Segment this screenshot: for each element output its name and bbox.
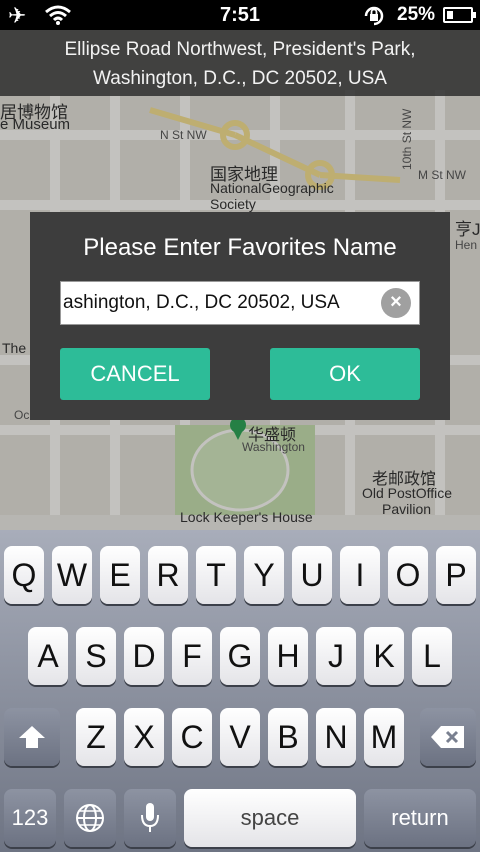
address-line-2: Washington, D.C., DC 20502, USA [93,68,387,89]
key-h[interactable]: H [268,627,308,685]
return-key[interactable]: return [364,789,476,847]
dialog-title: Please Enter Favorites Name [83,234,397,261]
key-f[interactable]: F [172,627,212,685]
backspace-icon [431,726,464,748]
key-k[interactable]: K [364,627,404,685]
rotation-lock-icon [362,5,386,32]
favorites-name-value: ashington, D.C., DC 20502, USA [63,292,340,313]
cancel-button[interactable]: CANCEL [60,348,210,400]
clear-text-icon[interactable]: × [381,288,411,318]
globe-key[interactable] [64,789,116,847]
favorites-name-input[interactable]: ashington, D.C., DC 20502, USA × [60,281,420,325]
key-d[interactable]: D [124,627,164,685]
key-u[interactable]: U [292,546,332,604]
key-v[interactable]: V [220,708,260,766]
key-b[interactable]: B [268,708,308,766]
microphone-icon [141,803,159,832]
key-r[interactable]: R [148,546,188,604]
key-t[interactable]: T [196,546,236,604]
space-key[interactable]: space [184,789,356,847]
key-c[interactable]: C [172,708,212,766]
key-y[interactable]: Y [244,546,284,604]
favorites-name-dialog: Please Enter Favorites Name ashington, D… [30,212,450,420]
battery-icon [443,7,476,23]
globe-icon [76,804,104,832]
key-q[interactable]: Q [4,546,44,604]
key-o[interactable]: O [388,546,428,604]
key-p[interactable]: P [436,546,476,604]
ok-button[interactable]: OK [270,348,420,400]
key-j[interactable]: J [316,627,356,685]
key-x[interactable]: X [124,708,164,766]
shift-arrow-icon [19,726,45,748]
address-line-1: Ellipse Road Northwest, President's Park… [64,39,416,60]
numbers-key[interactable]: 123 [4,789,56,847]
delete-key[interactable] [420,708,476,766]
key-l[interactable]: L [412,627,452,685]
key-e[interactable]: E [100,546,140,604]
key-n[interactable]: N [316,708,356,766]
key-z[interactable]: Z [76,708,116,766]
keyboard: Q W E R T Y U I O P A S D F G H J K L Z … [0,530,480,852]
address-banner: Ellipse Road Northwest, President's Park… [0,30,480,96]
shift-key[interactable] [4,708,60,766]
battery-percent: 25% [397,4,436,25]
key-s[interactable]: S [76,627,116,685]
dictation-key[interactable] [124,789,176,847]
status-bar: ✈ 7:51 25% [0,0,480,30]
key-a[interactable]: A [28,627,68,685]
key-i[interactable]: I [340,546,380,604]
key-g[interactable]: G [220,627,260,685]
key-w[interactable]: W [52,546,92,604]
key-m[interactable]: M [364,708,404,766]
